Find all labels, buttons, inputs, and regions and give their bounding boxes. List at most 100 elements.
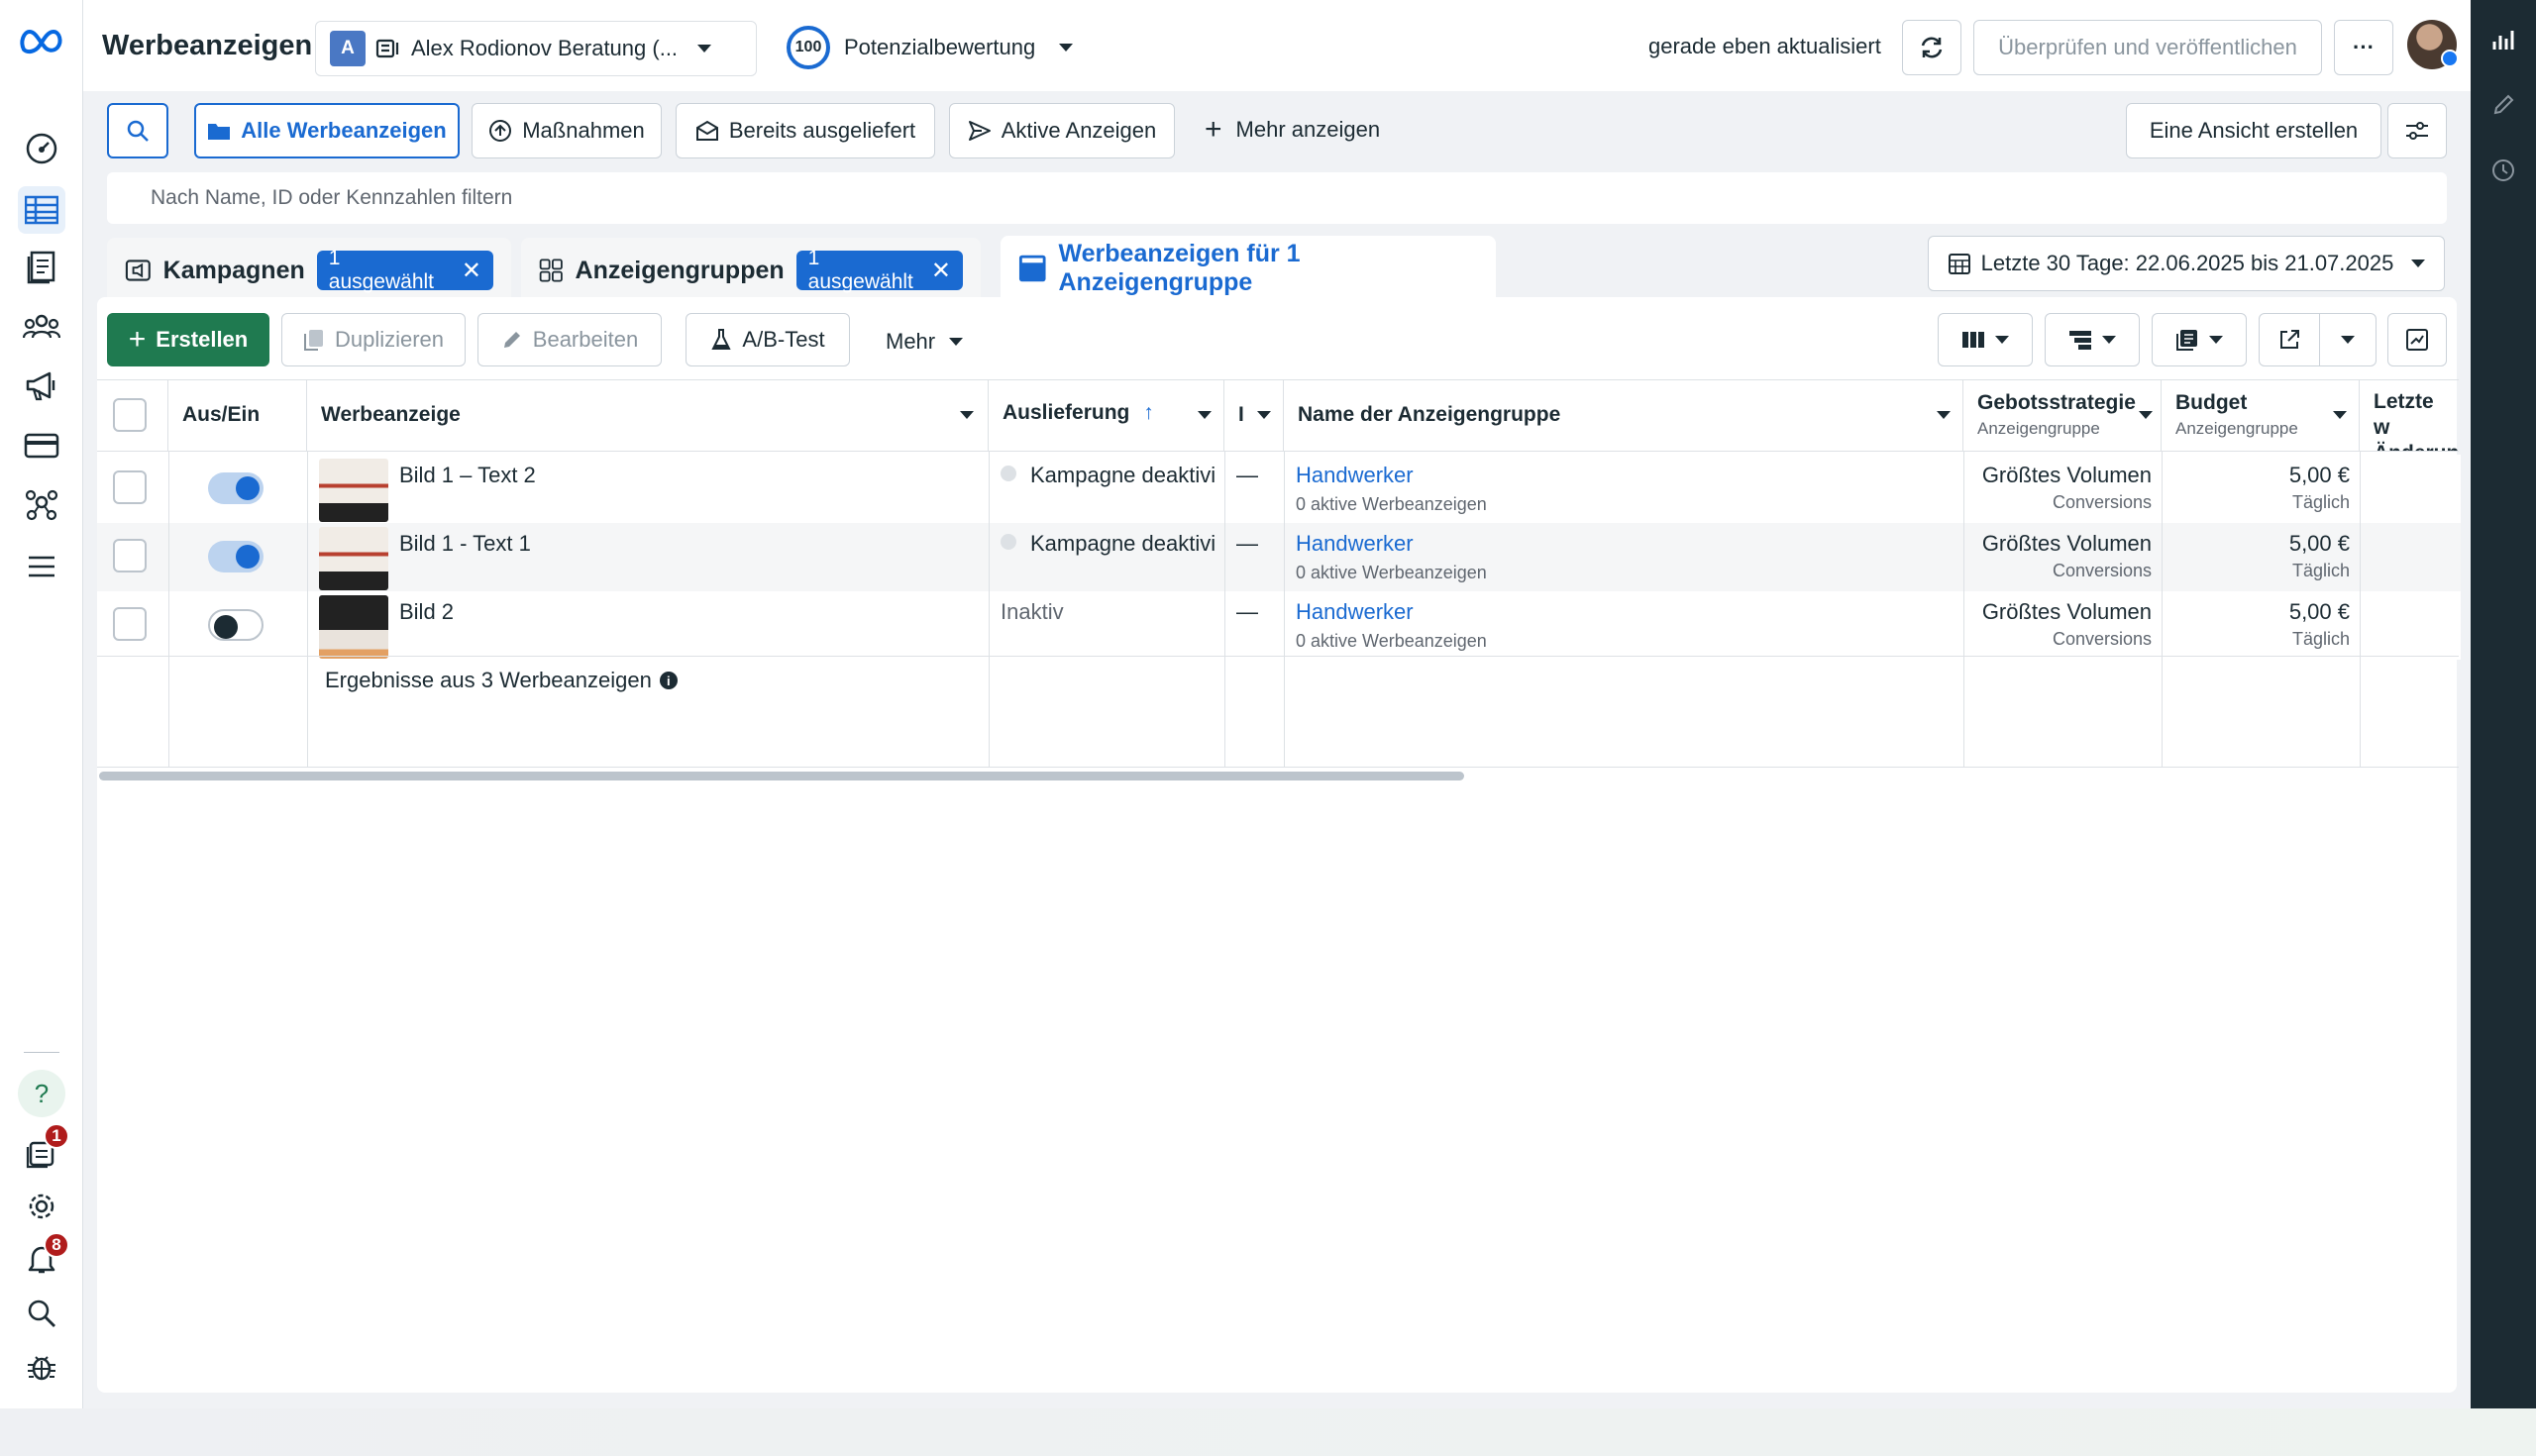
- col-divider: [1224, 451, 1225, 768]
- search-input[interactable]: Nach Name, ID oder Kennzahlen filtern: [107, 172, 2447, 224]
- all-ads-label: Alle Werbeanzeigen: [241, 118, 447, 143]
- column-header-bid-strategy[interactable]: Gebotsstrategie Anzeigengruppe: [1963, 379, 2162, 451]
- row-checkbox[interactable]: [113, 470, 147, 504]
- chevron-down-icon[interactable]: [1198, 411, 1212, 419]
- dashboard-icon[interactable]: [18, 125, 65, 172]
- column-header-onoff[interactable]: Aus/Ein: [168, 379, 307, 451]
- column-header-last-change[interactable]: Letzte w Änderun: [2360, 379, 2459, 451]
- ad-status-toggle[interactable]: [208, 541, 264, 572]
- ab-test-button[interactable]: A/B-Test: [686, 313, 850, 366]
- ad-name[interactable]: Bild 1 - Text 1: [399, 531, 531, 557]
- table-icon[interactable]: [18, 186, 65, 234]
- delivered-filter[interactable]: Bereits ausgeliefert: [676, 103, 935, 158]
- audience-icon[interactable]: [18, 303, 65, 351]
- column-header-adset-name[interactable]: Name der Anzeigengruppe: [1284, 379, 1963, 451]
- chevron-down-icon[interactable]: [1937, 411, 1951, 419]
- create-view-button[interactable]: Eine Ansicht erstellen: [2126, 103, 2381, 158]
- close-icon[interactable]: ✕: [462, 257, 481, 285]
- megaphone-icon[interactable]: [18, 363, 65, 410]
- column-header-narrow[interactable]: I: [1224, 379, 1284, 451]
- campaigns-selected-chip[interactable]: 1 ausgewählt ✕: [316, 247, 493, 293]
- column-header-delivery[interactable]: Auslieferung ↑: [989, 379, 1224, 451]
- ad-thumbnail[interactable]: [319, 459, 388, 522]
- date-range-picker[interactable]: Letzte 30 Tage: 22.06.2025 bis 21.07.202…: [1928, 236, 2445, 291]
- envelope-icon: [695, 120, 718, 141]
- publish-button[interactable]: Überprüfen und veröffentlichen: [1973, 20, 2322, 75]
- active-ads-filter[interactable]: Aktive Anzeigen: [949, 103, 1175, 158]
- search-icon[interactable]: [18, 1290, 65, 1337]
- create-button[interactable]: + Erstellen: [107, 313, 269, 366]
- pages-icon[interactable]: [18, 244, 65, 291]
- export-button[interactable]: [2259, 313, 2320, 366]
- more-actions-button[interactable]: Mehr: [886, 329, 964, 355]
- row-checkbox[interactable]: [113, 607, 147, 641]
- tab-ads[interactable]: Werbeanzeigen für 1 Anzeigengruppe: [1001, 236, 1496, 301]
- pencil-icon[interactable]: [2487, 89, 2519, 121]
- adset-active-count: 0 aktive Werbeanzeigen: [1296, 631, 1487, 651]
- reports-button[interactable]: [2152, 313, 2247, 366]
- chart-button[interactable]: [2387, 313, 2447, 366]
- chevron-down-icon[interactable]: [2139, 411, 2153, 419]
- results-summary-label: Ergebnisse aus 3 Werbeanzeigen: [325, 668, 652, 692]
- table-row[interactable]: Bild 1 - Text 1 Kampagne deaktivi — Hand…: [97, 523, 2461, 591]
- col-divider: [1284, 451, 1285, 768]
- sliders-icon: [2406, 122, 2428, 140]
- more-options-button[interactable]: ···: [2334, 20, 2393, 75]
- last-updated: gerade eben aktualisiert: [1648, 34, 1881, 58]
- bar-chart-icon[interactable]: [2487, 24, 2519, 55]
- column-header-ad[interactable]: Werbeanzeige: [307, 379, 989, 451]
- ad-thumbnail[interactable]: [319, 527, 388, 590]
- adset-link[interactable]: Handwerker: [1296, 599, 1414, 625]
- opportunity-score[interactable]: 100 Potenzialbewertung: [787, 26, 1074, 69]
- menu-icon[interactable]: [18, 543, 65, 590]
- select-all-checkbox[interactable]: [113, 398, 147, 432]
- bug-icon[interactable]: [18, 1343, 65, 1391]
- row-checkbox[interactable]: [113, 539, 147, 572]
- all-ads-filter[interactable]: Alle Werbeanzeigen: [194, 103, 460, 158]
- search-button[interactable]: [107, 103, 168, 158]
- chevron-down-icon[interactable]: [960, 411, 974, 419]
- actions-filter[interactable]: Maßnahmen: [472, 103, 662, 158]
- inbox-icon[interactable]: 1: [18, 1123, 69, 1177]
- settings-icon[interactable]: [18, 1183, 65, 1230]
- columns-button[interactable]: [1938, 313, 2033, 366]
- tab-adsets[interactable]: Anzeigengruppen 1 ausgewählt ✕: [521, 238, 981, 303]
- show-more-label: Mehr anzeigen: [1235, 117, 1381, 142]
- ad-name[interactable]: Bild 2: [399, 599, 454, 625]
- account-selector[interactable]: A Alex Rodionov Beratung (...: [315, 21, 757, 76]
- business-icon[interactable]: [18, 481, 65, 529]
- breakdown-button[interactable]: [2045, 313, 2140, 366]
- table-row[interactable]: Bild 1 – Text 2 Kampagne deaktivi — Hand…: [97, 455, 2461, 523]
- bid-strategy-sub: Conversions: [2052, 561, 2152, 580]
- adsets-selected-chip[interactable]: 1 ausgewählt ✕: [795, 247, 963, 293]
- close-icon[interactable]: ✕: [931, 257, 951, 285]
- ad-name[interactable]: Bild 1 – Text 2: [399, 463, 536, 488]
- refresh-button[interactable]: [1902, 20, 1961, 75]
- chevron-down-icon[interactable]: [2333, 411, 2347, 419]
- adset-link[interactable]: Handwerker: [1296, 531, 1414, 557]
- account-avatar: A: [330, 31, 366, 66]
- horizontal-scrollbar[interactable]: [99, 772, 1464, 780]
- help-icon[interactable]: ?: [18, 1070, 65, 1117]
- ad-status-toggle[interactable]: [208, 609, 264, 641]
- ad-status-toggle[interactable]: [208, 472, 264, 504]
- table-row[interactable]: Bild 2 Inaktiv — Handwerker 0 aktive Wer…: [97, 591, 2461, 660]
- ad-thumbnail[interactable]: [319, 595, 388, 659]
- info-icon[interactable]: i: [659, 672, 678, 689]
- right-rail: [2471, 0, 2536, 1408]
- history-icon[interactable]: [2487, 155, 2519, 186]
- show-more-button[interactable]: + Mehr anzeigen: [1205, 115, 1381, 145]
- delivered-label: Bereits ausgeliefert: [728, 118, 916, 143]
- column-header-budget[interactable]: Budget Anzeigengruppe: [2162, 379, 2360, 451]
- edit-button[interactable]: Bearbeiten: [477, 313, 662, 366]
- notifications-icon[interactable]: 8: [18, 1232, 69, 1284]
- export-dropdown[interactable]: [2319, 313, 2377, 366]
- meta-logo-icon[interactable]: [18, 28, 65, 60]
- duplicate-button[interactable]: Duplizieren: [281, 313, 466, 366]
- billing-icon[interactable]: [18, 422, 65, 469]
- tab-campaigns[interactable]: Kampagnen 1 ausgewählt ✕: [107, 238, 511, 303]
- filter-settings-button[interactable]: [2387, 103, 2447, 158]
- chevron-down-icon[interactable]: [1257, 411, 1271, 419]
- refresh-icon: [1921, 37, 1943, 58]
- adset-link[interactable]: Handwerker: [1296, 463, 1414, 488]
